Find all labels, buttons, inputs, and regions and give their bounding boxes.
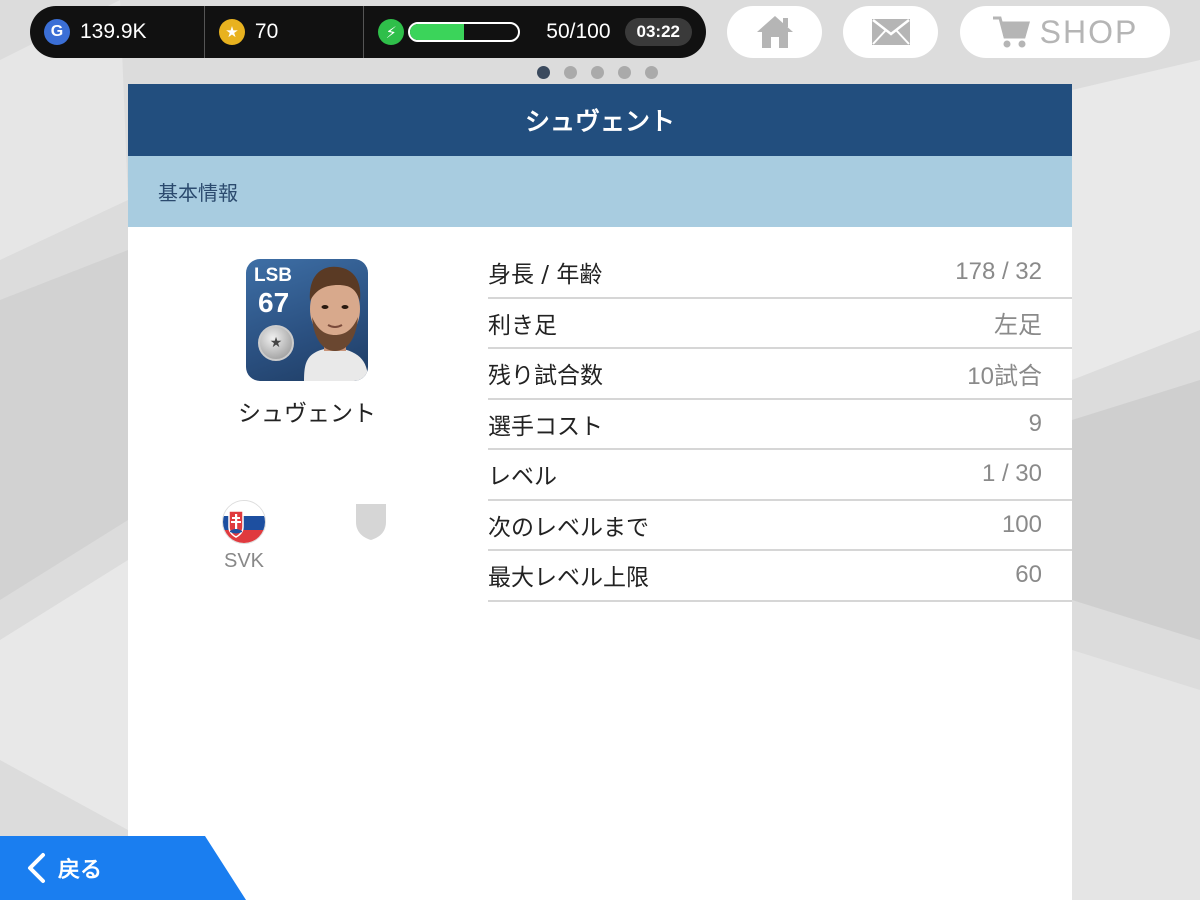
info-value: 100	[1001, 510, 1042, 538]
info-value: 9	[1028, 409, 1042, 437]
page-dot[interactable]	[591, 66, 604, 79]
star-icon: ★	[218, 19, 245, 45]
info-row: レベル 1 / 30	[488, 450, 1072, 501]
section-title: 基本情報	[128, 156, 1072, 227]
player-info-panel: シュヴェント 基本情報 LSB 67 ★ シュヴェント SVK 身長 / 年齢 …	[128, 84, 1072, 900]
shield-badge-icon: ★	[258, 325, 294, 361]
shield-icon	[356, 504, 386, 540]
status-bar: G 139.9K ★ 70 ⚡ 50/100 03:22	[30, 6, 706, 58]
panel-title: シュヴェント	[128, 84, 1072, 156]
page-dot[interactable]	[645, 66, 658, 79]
cart-icon	[992, 16, 1030, 48]
player-name: シュヴェント	[238, 401, 376, 427]
energy-bar	[408, 22, 521, 42]
info-value: 左足	[994, 312, 1042, 340]
energy-bar-fill	[410, 24, 465, 40]
gp-value: 139.9K	[80, 20, 147, 43]
info-value: 60	[1015, 561, 1042, 589]
home-button[interactable]	[727, 6, 822, 58]
back-button[interactable]: 戻る	[0, 836, 246, 900]
info-label: 残り試合数	[488, 363, 603, 390]
slovakia-flag-icon	[222, 500, 266, 544]
energy-meter: ⚡ 50/100 03:22	[364, 6, 706, 58]
bolt-icon: ⚡	[378, 19, 405, 45]
gp-balance: G 139.9K	[30, 6, 204, 58]
energy-timer: 03:22	[624, 18, 692, 46]
info-row: 最大レベル上限 60	[488, 551, 1072, 602]
info-label: 選手コスト	[488, 413, 603, 440]
info-row: 利き足 左足	[488, 299, 1072, 349]
page-dot[interactable]	[564, 66, 577, 79]
info-value: 1 / 30	[981, 460, 1042, 488]
player-info-table: 身長 / 年齢 178 / 32 利き足 左足残り試合数 10試合選手コスト 9 レベル 1 …	[488, 248, 1072, 602]
energy-value: 50/100	[546, 20, 611, 43]
back-label: 戻る	[58, 858, 103, 883]
info-label: 身長 / 年齢	[488, 262, 603, 289]
info-row: 身長 / 年齢 178 / 32	[488, 248, 1072, 299]
page-dot[interactable]	[537, 66, 550, 79]
nationality-label: SVK	[223, 550, 265, 572]
gp-coin-icon: G	[44, 19, 70, 45]
info-label: 利き足	[488, 312, 557, 339]
info-value: 10試合	[967, 362, 1042, 390]
page-indicator	[537, 66, 658, 79]
info-label: レベル	[488, 464, 557, 491]
mail-button[interactable]	[843, 6, 938, 58]
info-row: 選手コスト 9	[488, 400, 1072, 450]
shop-button[interactable]: SHOP	[960, 6, 1170, 58]
player-card[interactable]: LSB 67 ★	[246, 259, 368, 381]
info-value: 178 / 32	[955, 258, 1042, 286]
slovakia-flag-icon-graphic	[223, 501, 265, 543]
coin-balance: ★ 70	[205, 6, 363, 58]
info-row: 残り試合数 10試合	[488, 349, 1072, 400]
info-row: 次のレベルまで 100	[488, 501, 1072, 551]
info-label: 次のレベルまで	[488, 514, 649, 541]
player-rating: 67	[258, 287, 290, 318]
player-position: LSB	[254, 265, 292, 286]
chevron-left-icon	[28, 853, 45, 883]
mail-icon	[871, 19, 910, 45]
info-label: 最大レベル上限	[488, 565, 649, 592]
club-emblem-icon	[354, 502, 388, 546]
shop-label: SHOP	[1039, 13, 1139, 50]
page-dot[interactable]	[618, 66, 631, 79]
coin-value: 70	[254, 20, 279, 43]
home-icon	[756, 16, 793, 48]
